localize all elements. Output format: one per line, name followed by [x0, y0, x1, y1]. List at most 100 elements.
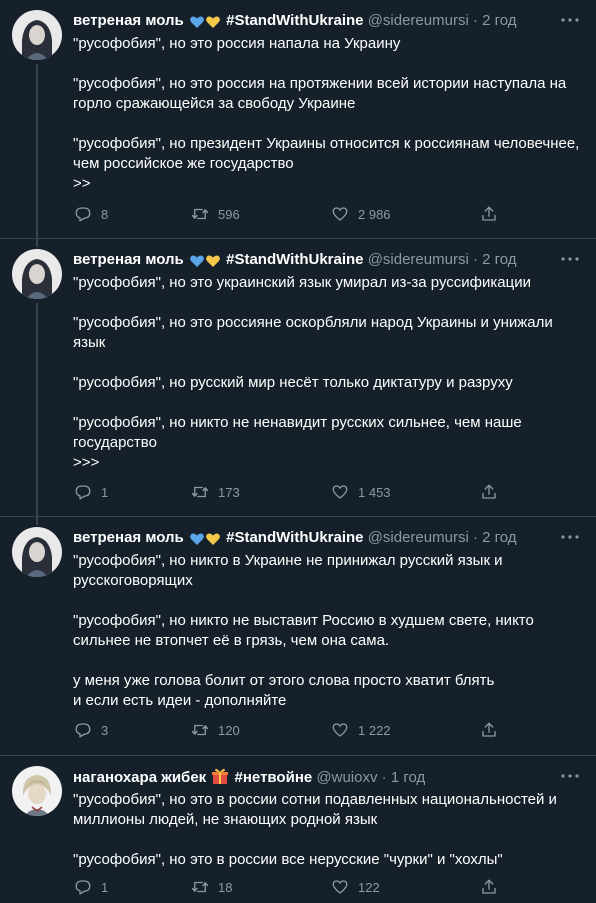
tweet-paragraph: "русофобия", но это россия на протяжении… [73, 75, 567, 112]
tweet-4[interactable]: наганохара жибек #нетвойне @wuioxv · 1 г… [0, 756, 596, 903]
retweet-icon [190, 204, 210, 224]
like-button[interactable]: 2 986 [330, 204, 391, 224]
tweet-header: ветреная моль #StandWithUkraine @sidereu… [73, 250, 556, 270]
retweet-icon [190, 720, 210, 740]
hashtag[interactable]: #StandWithUkraine [226, 529, 363, 546]
blue-heart-icon [189, 532, 205, 548]
hashtag[interactable]: #StandWithUkraine [226, 251, 363, 268]
tweet-paragraph: у меня уже голова болит от этого слова п… [73, 672, 495, 709]
reply-icon [73, 720, 93, 740]
tweet-paragraph: "русофобия", но это в россии сотни подав… [73, 791, 557, 828]
share-button[interactable] [479, 720, 499, 740]
tweet-paragraph: "русофобия", но это украинский язык умир… [73, 274, 531, 291]
avatar[interactable] [12, 766, 62, 816]
thread-line [36, 517, 38, 525]
tweet-text: "русофобия", но никто в Украине не прини… [73, 551, 583, 711]
share-icon [479, 204, 499, 224]
tweet-header: ветреная моль #StandWithUkraine @sidereu… [73, 528, 556, 548]
reply-count: 1 [101, 879, 109, 895]
hashtag[interactable]: #StandWithUkraine [226, 12, 363, 29]
reply-icon [73, 482, 93, 502]
reply-icon [73, 877, 93, 897]
timestamp[interactable]: 2 год [482, 12, 516, 29]
user-handle[interactable]: @sidereumursi [368, 529, 469, 546]
like-count: 2 986 [358, 206, 391, 222]
separator-dot: · [472, 12, 478, 29]
hashtag[interactable]: #нетвойне [235, 769, 313, 786]
timestamp[interactable]: 2 год [482, 529, 516, 546]
tweet-1[interactable]: ветреная моль #StandWithUkraine @sidereu… [0, 0, 596, 239]
tweet-header: ветреная моль #StandWithUkraine @sidereu… [73, 11, 556, 31]
retweet-button[interactable]: 120 [190, 720, 240, 740]
tweet-text: "русофобия", но это в россии сотни подав… [73, 790, 583, 870]
tweet-text: "русофобия", но это россия напала на Укр… [73, 34, 583, 194]
more-options-icon[interactable] [558, 529, 582, 545]
tweet-paragraph: "русофобия", но это в россии все нерусск… [73, 851, 503, 868]
reply-count: 3 [101, 722, 109, 738]
retweet-icon [190, 877, 210, 897]
display-name[interactable]: ветреная моль [73, 529, 184, 546]
share-icon [479, 877, 499, 897]
share-button[interactable] [479, 877, 499, 897]
separator-dot: · [472, 529, 478, 546]
yellow-heart-icon [205, 15, 221, 31]
thread-line [36, 303, 38, 517]
tweet-actions: 8 596 2 986 [73, 204, 503, 224]
like-icon [330, 482, 350, 502]
display-name[interactable]: наганохара жибек [73, 769, 206, 786]
yellow-heart-icon [205, 254, 221, 270]
display-name[interactable]: ветреная моль [73, 251, 184, 268]
reply-icon [73, 204, 93, 224]
like-count: 1 222 [358, 722, 391, 738]
reply-button[interactable]: 3 [73, 720, 108, 740]
tweet-paragraph: "русофобия", но это россия напала на Укр… [73, 35, 401, 52]
reply-count: 8 [101, 206, 109, 222]
more-options-icon[interactable] [558, 251, 582, 267]
avatar[interactable] [12, 527, 62, 577]
retweet-button[interactable]: 173 [190, 482, 240, 502]
like-icon [330, 204, 350, 224]
user-handle[interactable]: @sidereumursi [368, 12, 469, 29]
like-icon [330, 720, 350, 740]
share-icon [479, 482, 499, 502]
retweet-count: 596 [218, 206, 240, 222]
tweet-paragraph: "русофобия", но никто не выставит Россию… [73, 612, 534, 649]
like-button[interactable]: 1 453 [330, 482, 391, 502]
retweet-button[interactable]: 18 [190, 877, 232, 897]
yellow-heart-icon [205, 532, 221, 548]
thread-line [36, 239, 38, 247]
user-handle[interactable]: @wuioxv [316, 769, 377, 786]
separator-dot: · [381, 769, 387, 786]
like-button[interactable]: 122 [330, 877, 380, 897]
tweet-3[interactable]: ветреная моль #StandWithUkraine @sidereu… [0, 517, 596, 756]
like-button[interactable]: 1 222 [330, 720, 391, 740]
display-name[interactable]: ветреная моль [73, 12, 184, 29]
reply-button[interactable]: 8 [73, 204, 108, 224]
tweet-2[interactable]: ветреная моль #StandWithUkraine @sidereu… [0, 239, 596, 517]
more-options-icon[interactable] [558, 12, 582, 28]
retweet-button[interactable]: 596 [190, 204, 240, 224]
share-button[interactable] [479, 204, 499, 224]
retweet-count: 18 [218, 879, 233, 895]
timestamp[interactable]: 1 год [391, 769, 425, 786]
reply-button[interactable]: 1 [73, 482, 108, 502]
tweet-header: наганохара жибек #нетвойне @wuioxv · 1 г… [73, 767, 556, 787]
avatar[interactable] [12, 10, 62, 60]
avatar[interactable] [12, 249, 62, 299]
timestamp[interactable]: 2 год [482, 251, 516, 268]
like-count: 122 [358, 879, 380, 895]
tweet-text: "русофобия", но это украинский язык умир… [73, 273, 583, 473]
reply-button[interactable]: 1 [73, 877, 108, 897]
tweet-actions: 3 120 1 222 [73, 720, 503, 740]
tweet-paragraph: "русофобия", но никто не ненавидит русск… [73, 414, 522, 471]
tweet-paragraph: "русофобия", но это россияне оскорбляли … [73, 314, 553, 351]
share-icon [479, 720, 499, 740]
blue-heart-icon [189, 254, 205, 270]
share-button[interactable] [479, 482, 499, 502]
tweet-actions: 1 173 1 453 [73, 482, 503, 502]
user-handle[interactable]: @sidereumursi [368, 251, 469, 268]
retweet-count: 173 [218, 484, 240, 500]
tweet-paragraph: "русофобия", но русский мир несёт только… [73, 374, 513, 391]
gift-icon [211, 767, 229, 787]
more-options-icon[interactable] [558, 768, 582, 784]
